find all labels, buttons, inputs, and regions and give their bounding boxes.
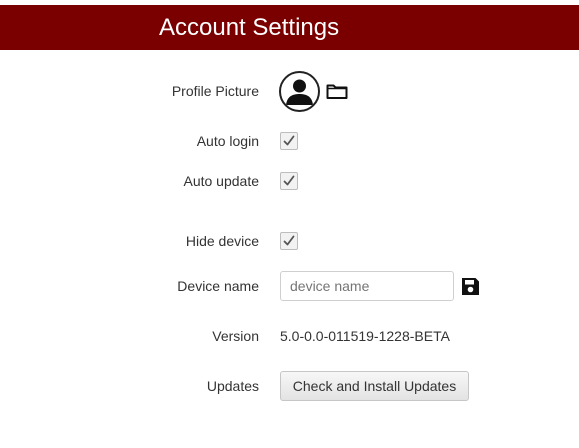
- hide-device-label: Hide device: [185, 233, 259, 249]
- save-icon[interactable]: [461, 277, 480, 296]
- user-avatar-icon[interactable]: [279, 71, 320, 112]
- folder-icon[interactable]: [326, 82, 348, 100]
- hide-device-checkbox[interactable]: [280, 232, 298, 250]
- auto-update-checkbox[interactable]: [280, 172, 298, 190]
- updates-label: Updates: [206, 378, 259, 394]
- page-title: Account Settings: [159, 14, 340, 41]
- header-bar: Account Settings: [0, 5, 579, 50]
- checkmark-icon: [283, 175, 295, 186]
- checkmark-icon: [283, 135, 295, 146]
- version-label: Version: [212, 328, 259, 344]
- auto-login-checkbox[interactable]: [280, 132, 298, 150]
- account-settings-page: Account Settings Profile Picture Auto lo…: [0, 0, 579, 448]
- checkmark-icon: [283, 235, 295, 246]
- device-name-input[interactable]: [280, 271, 454, 301]
- check-updates-button[interactable]: Check and Install Updates: [280, 371, 469, 401]
- auto-login-label: Auto login: [196, 133, 259, 149]
- auto-update-label: Auto update: [183, 173, 259, 189]
- profile-picture-label: Profile Picture: [171, 83, 259, 99]
- version-value: 5.0-0.0-011519-1228-BETA: [280, 328, 450, 344]
- device-name-label: Device name: [177, 278, 259, 294]
